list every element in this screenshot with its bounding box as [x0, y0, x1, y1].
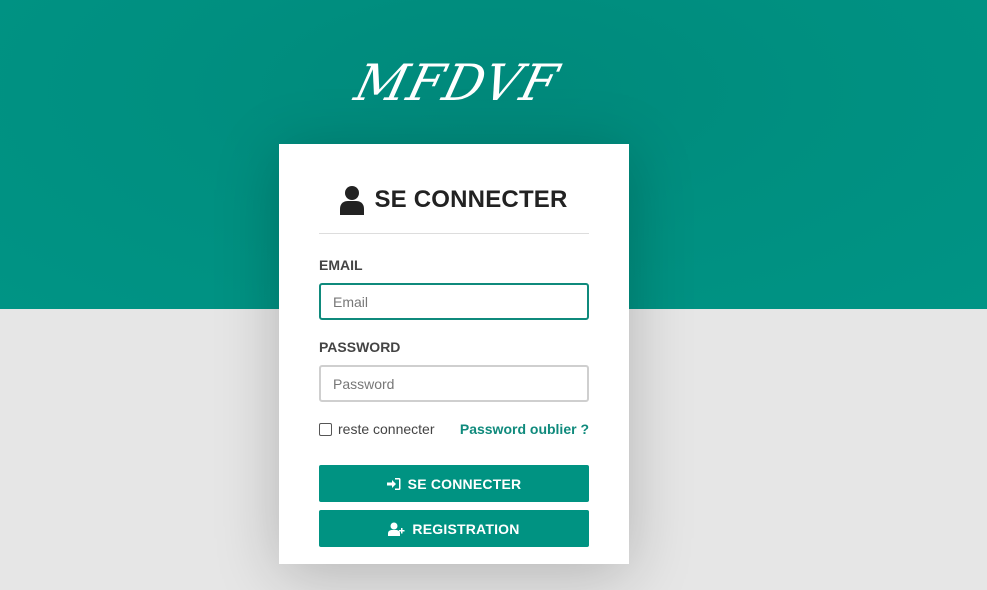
brand-logo: MFDVF	[349, 54, 565, 112]
remember-label: reste connecter	[338, 421, 435, 437]
user-icon	[340, 185, 365, 215]
user-plus-icon	[388, 522, 405, 536]
register-button-label: REGISTRATION	[412, 520, 520, 537]
login-button-label: SE CONNECTER	[407, 475, 522, 492]
remember-me[interactable]: reste connecter	[319, 421, 435, 437]
register-button[interactable]: REGISTRATION	[319, 510, 589, 547]
email-label: EMAIL	[319, 257, 363, 273]
password-field[interactable]	[319, 365, 589, 402]
sign-in-icon	[386, 477, 401, 491]
title-divider	[319, 233, 589, 234]
email-field[interactable]	[319, 283, 589, 320]
login-title: SE CONNECTER	[279, 182, 629, 218]
login-card: SE CONNECTER EMAIL PASSWORD reste connec…	[279, 144, 629, 564]
remember-checkbox[interactable]	[319, 422, 332, 436]
password-label: PASSWORD	[319, 339, 401, 355]
login-title-text: SE CONNECTER	[374, 186, 568, 213]
forgot-password-link[interactable]: Password oublier ?	[460, 421, 589, 437]
login-button[interactable]: SE CONNECTER	[319, 465, 589, 502]
